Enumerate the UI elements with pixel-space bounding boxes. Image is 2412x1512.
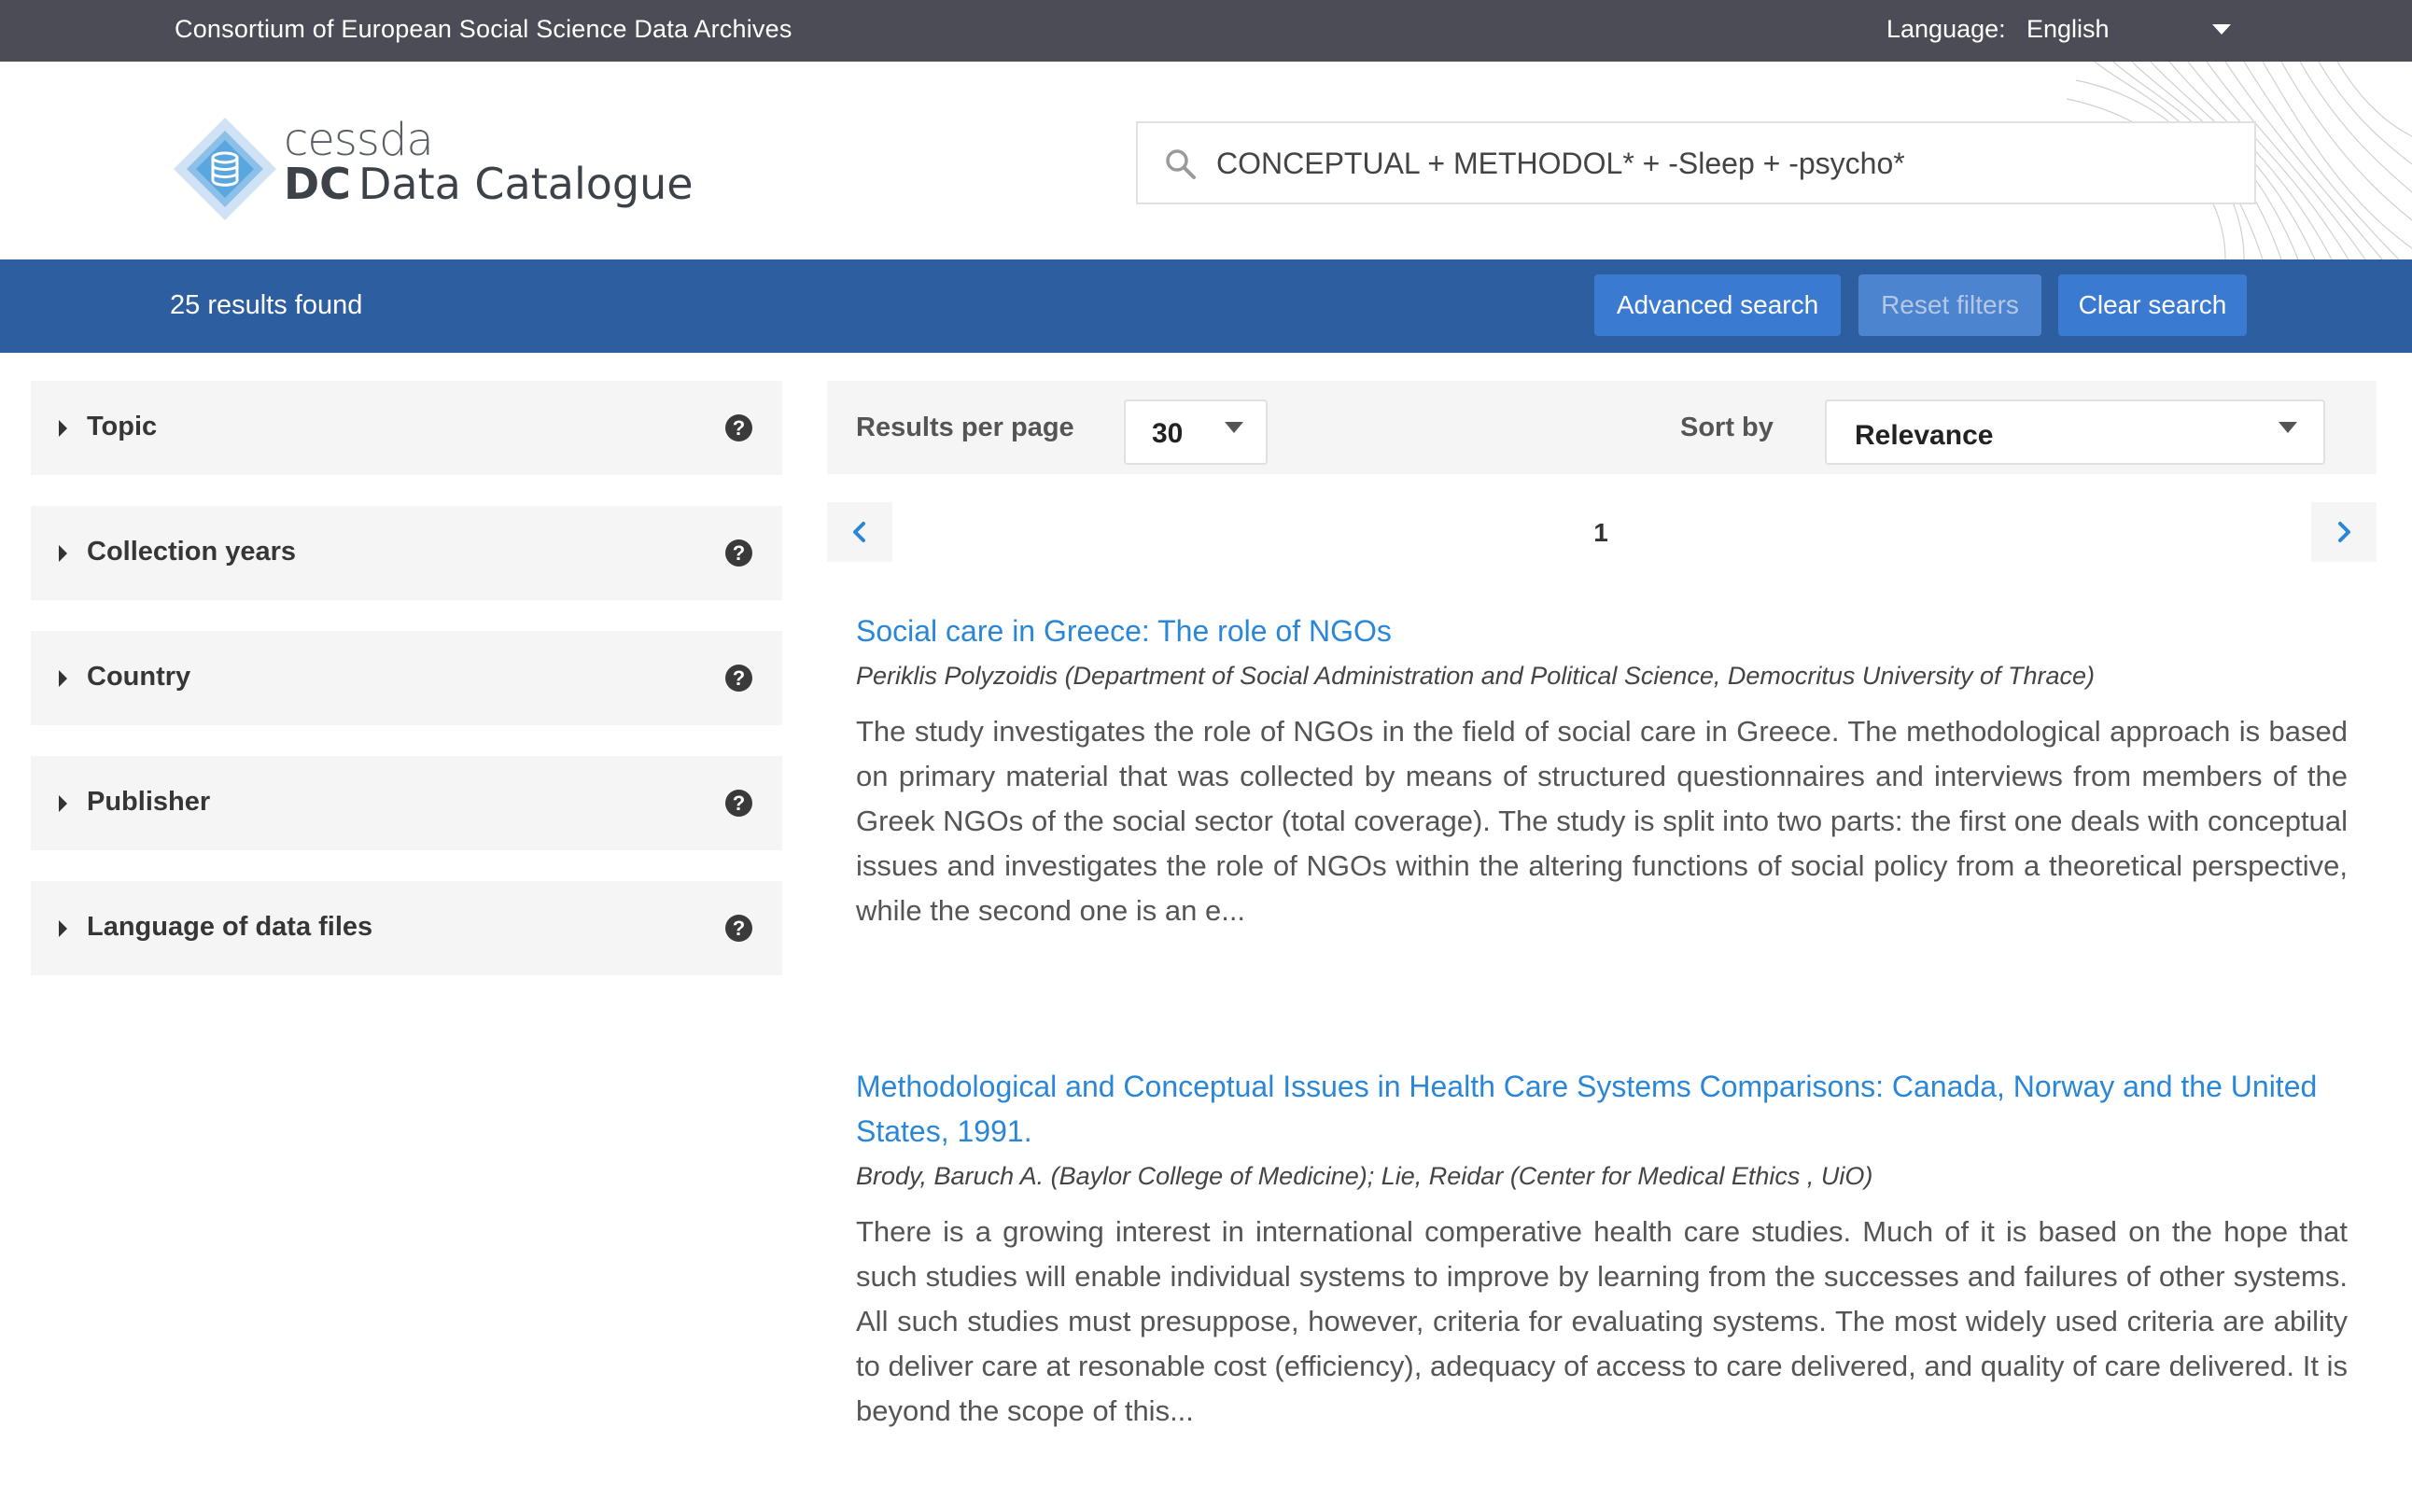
caret-right-icon — [59, 545, 67, 562]
chevron-right-icon — [2338, 522, 2350, 542]
question-circle-icon[interactable]: ? — [725, 539, 752, 567]
clear-search-button[interactable]: Clear search — [2058, 274, 2247, 336]
sort-by-label: Sort by — [1680, 413, 1774, 442]
organization-name[interactable]: Consortium of European Social Science Da… — [175, 15, 792, 44]
advanced-search-button[interactable]: Advanced search — [1594, 274, 1841, 336]
facet-label: Collection years — [87, 537, 297, 567]
facet-label: Language of data files — [87, 912, 373, 942]
facet-collection-years[interactable]: Collection years ? — [31, 506, 782, 600]
sort-by-value: Relevance — [1855, 420, 1994, 451]
chevron-left-icon — [853, 522, 865, 542]
question-circle-icon[interactable]: ? — [725, 790, 752, 817]
result-item: Social care in Greece: The role of NGOs … — [856, 609, 2348, 933]
reset-filters-button[interactable]: Reset filters — [1858, 274, 2041, 336]
caret-right-icon — [59, 420, 67, 437]
logo-text-catalogue: DC Data Catalogue — [284, 159, 694, 209]
results-per-page-select[interactable]: 30 — [1124, 399, 1268, 465]
caret-down-icon — [1225, 422, 1243, 433]
facet-language-of-data-files[interactable]: Language of data files ? — [31, 881, 782, 975]
database-icon — [174, 118, 276, 220]
caret-right-icon — [59, 920, 67, 937]
results-per-page-value: 30 — [1152, 418, 1184, 449]
caret-down-icon — [2279, 422, 2297, 433]
results-count: 25 results found — [170, 290, 363, 320]
language-select[interactable]: English — [2026, 15, 2110, 44]
results-bar: 25 results found Advanced search Reset f… — [0, 259, 2412, 353]
language-label: Language: — [1886, 15, 2006, 43]
result-item: Methodological and Conceptual Issues in … — [856, 1064, 2348, 1434]
result-abstract: The study investigates the role of NGOs … — [856, 715, 2348, 927]
result-abstract: There is a growing interest in internati… — [856, 1215, 2348, 1427]
current-page-number[interactable]: 1 — [1587, 518, 1615, 548]
facet-label: Country — [87, 662, 191, 692]
question-circle-icon[interactable]: ? — [725, 414, 752, 441]
caret-right-icon — [59, 795, 67, 812]
top-bar: Consortium of European Social Science Da… — [0, 0, 2412, 62]
caret-down-icon[interactable] — [2212, 24, 2231, 35]
next-page-button[interactable] — [2311, 502, 2377, 562]
question-circle-icon[interactable]: ? — [725, 665, 752, 692]
facet-label: Topic — [87, 412, 158, 441]
results-per-page-label: Results per page — [856, 413, 1074, 442]
search-box[interactable] — [1136, 121, 2256, 204]
result-authors: Periklis Polyzoidis (Department of Socia… — [856, 662, 2095, 690]
facet-publisher[interactable]: Publisher ? — [31, 756, 782, 850]
search-icon — [1166, 149, 1196, 179]
results-controls: Results per page 30 Sort by Relevance — [827, 381, 2377, 474]
result-title-link[interactable]: Methodological and Conceptual Issues in … — [856, 1064, 2348, 1154]
search-input[interactable] — [1216, 138, 2224, 189]
facet-country[interactable]: Country ? — [31, 631, 782, 725]
caret-right-icon — [59, 670, 67, 687]
sort-by-select[interactable]: Relevance — [1825, 399, 2325, 465]
cessda-logo[interactable]: cessda DC Data Catalogue — [170, 114, 694, 226]
logo-text-data-catalogue: Data Catalogue — [358, 159, 694, 209]
facet-topic[interactable]: Topic ? — [31, 381, 782, 475]
result-authors: Brody, Baruch A. (Baylor College of Medi… — [856, 1162, 1873, 1190]
logo-text-dc: DC — [284, 159, 351, 209]
question-circle-icon[interactable]: ? — [725, 915, 752, 942]
result-title-link[interactable]: Social care in Greece: The role of NGOs — [856, 609, 2348, 653]
previous-page-button[interactable] — [827, 502, 892, 562]
facet-label: Publisher — [87, 787, 211, 817]
